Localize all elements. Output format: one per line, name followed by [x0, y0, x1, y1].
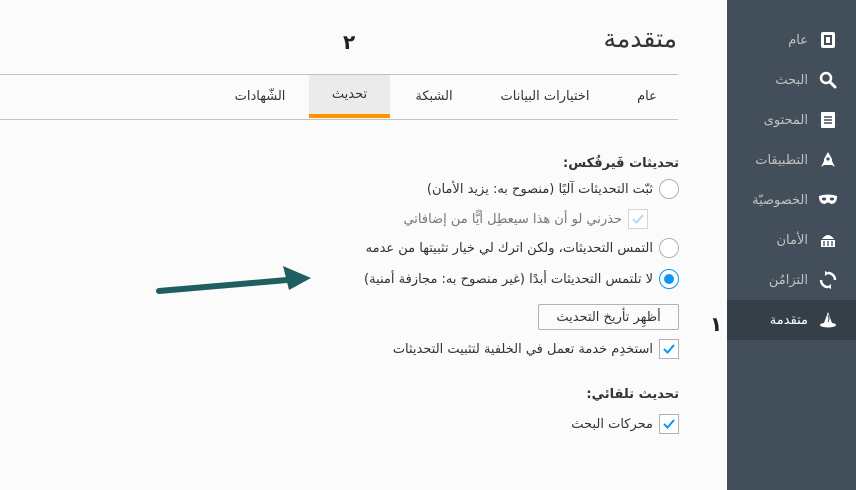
warn-addons-checkbox[interactable] — [628, 209, 648, 229]
checkbox-row-warn-addons[interactable]: حذرني لو أن هذا سيعطِل أيًّا من إضافاتي — [403, 209, 648, 229]
radio-row-never-check[interactable]: لا تلتمس التحديثات أبدًا (غير منصوح به: … — [364, 269, 679, 289]
annotation-marker-2: ٢ — [343, 30, 356, 54]
check-ask-radio[interactable] — [659, 238, 679, 258]
tab-certificates[interactable]: الشّهادات — [218, 75, 302, 118]
advanced-wizard-hat-icon — [817, 309, 839, 331]
annotation-arrow-icon — [156, 266, 311, 294]
automatic-update-heading: تحديث تلقائي: — [586, 387, 679, 402]
checkbox-row-background-service[interactable]: استخدِم خدمة تعمل في الخلفية لتثبيت التح… — [393, 339, 679, 359]
sidebar-item-applications[interactable]: التطبيقات — [727, 140, 856, 180]
applications-icon — [817, 149, 839, 171]
sidebar-item-privacy[interactable]: الخصوصيّة — [727, 180, 856, 220]
sidebar-item-content[interactable]: المحتوى — [727, 100, 856, 140]
checkmark-icon — [663, 419, 675, 429]
sidebar-item-security[interactable]: الأمان — [727, 220, 856, 260]
security-icon — [817, 229, 839, 251]
search-engines-checkbox[interactable] — [659, 414, 679, 434]
sidebar-item-label: الأمان — [776, 232, 809, 248]
background-service-checkbox[interactable] — [659, 339, 679, 359]
sidebar-item-label: متقدمة — [769, 312, 808, 328]
checkbox-row-search-engines[interactable]: محركات البحث — [571, 414, 679, 434]
content-icon — [817, 109, 839, 131]
background-service-label: استخدِم خدمة تعمل في الخلفية لتثبيت التح… — [392, 341, 653, 357]
warn-addons-label: حذرني لو أن هذا سيعطِل أيًّا من إضافاتي — [403, 211, 622, 227]
privacy-mask-icon — [817, 189, 839, 211]
never-check-radio[interactable] — [659, 269, 679, 289]
sidebar-item-sync[interactable]: التزامُن — [727, 260, 856, 300]
sidebar-item-general[interactable]: عام — [727, 20, 856, 60]
radio-row-check-ask[interactable]: التمس التحديثات، ولكن اترك لي خيار تثبيت… — [366, 238, 679, 258]
tab-update[interactable]: تحديث — [309, 75, 390, 118]
sidebar-item-label: المحتوى — [763, 112, 808, 128]
sidebar-item-label: الخصوصيّة — [752, 192, 808, 208]
sidebar-item-label: التزامُن — [768, 272, 808, 288]
checkmark-icon — [663, 344, 675, 354]
general-icon — [817, 29, 839, 51]
page-title: متقدمة — [603, 24, 678, 53]
checkmark-icon — [632, 214, 644, 224]
search-engines-label: محركات البحث — [571, 416, 653, 432]
tab-network[interactable]: الشبكة — [396, 75, 472, 118]
annotation-marker-1: ١ — [710, 312, 723, 336]
sidebar-item-advanced[interactable]: متقدمة — [727, 300, 856, 340]
firefox-updates-heading: تحديثات فَيرفُكس: — [563, 156, 679, 171]
never-check-label: لا تلتمس التحديثات أبدًا (غير منصوح به: … — [364, 271, 653, 287]
categories-sidebar: عام البحث المحتوى التطبيقات الخصوصيّة ال… — [727, 0, 856, 490]
sidebar-item-label: التطبيقات — [755, 152, 808, 168]
radio-row-auto-install[interactable]: ثبّت التحديثات آليًا (منصوح به: يزيد الأ… — [427, 179, 679, 199]
show-update-history-button[interactable]: أظهِر تأريخ التحديث — [538, 304, 679, 330]
tab-general[interactable]: عام — [622, 75, 672, 118]
check-ask-label: التمس التحديثات، ولكن اترك لي خيار تثبيت… — [365, 240, 653, 256]
sidebar-item-search[interactable]: البحث — [727, 60, 856, 100]
sync-icon — [817, 269, 839, 291]
sidebar-item-label: عام — [788, 32, 808, 48]
tab-data-choices[interactable]: اختيارات البيانات — [480, 75, 610, 118]
sidebar-item-label: البحث — [775, 72, 808, 88]
tab-bar: عام اختيارات البيانات الشبكة تحديث الشّه… — [0, 75, 678, 120]
auto-install-label: ثبّت التحديثات آليًا (منصوح به: يزيد الأ… — [426, 181, 653, 197]
search-icon — [817, 69, 839, 91]
auto-install-radio[interactable] — [659, 179, 679, 199]
